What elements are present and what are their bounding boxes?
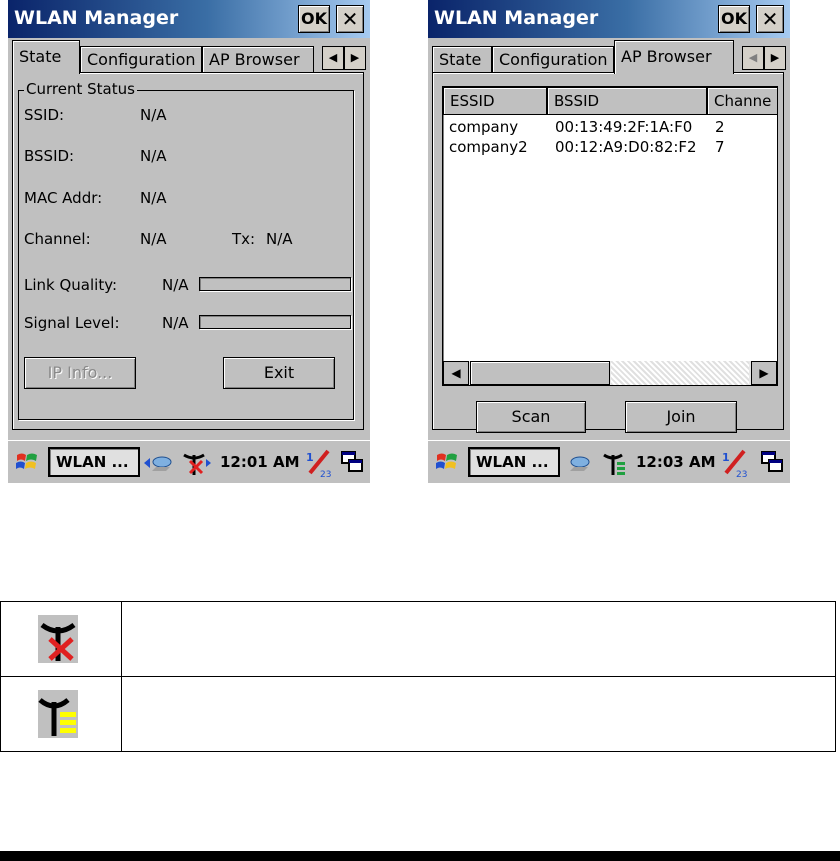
svg-text:1: 1: [306, 451, 314, 464]
ok-button[interactable]: OK: [298, 5, 330, 33]
tx-label: Tx:: [232, 230, 256, 248]
bssid-label: BSSID:: [24, 147, 75, 165]
row-bssid: 00:12:A9:D0:82:F2: [555, 138, 697, 156]
tab-scroll-left-button[interactable]: ◀: [742, 46, 764, 70]
taskbar: WLAN ... 12:03 AM 1 23: [428, 440, 790, 483]
start-flag-icon[interactable]: [14, 449, 40, 475]
channel-value: N/A: [140, 230, 167, 248]
link-quality-bar: [199, 277, 351, 291]
wlan-manager-state-screen: WLAN Manager OK ✕ State Configuration AP…: [8, 0, 370, 483]
switch-windows-icon[interactable]: [760, 450, 784, 474]
ip-info-button[interactable]: IP Info...: [24, 357, 136, 389]
tab-ap-browser[interactable]: AP Browser: [202, 46, 314, 74]
tab-strip: State Configuration AP Browser ◀ ▶: [428, 38, 790, 74]
link-quality-label: Link Quality:: [24, 276, 118, 294]
tab-state[interactable]: State: [12, 40, 80, 74]
wlan-manager-ap-browser-screen: WLAN Manager OK ✕ State Configuration AP…: [428, 0, 790, 483]
tab-configuration[interactable]: Configuration: [492, 46, 614, 74]
wlan-disconnected-icon: [38, 615, 78, 663]
horizontal-scrollbar[interactable]: ◀ ▶: [443, 361, 777, 385]
signal-level-bar: [199, 315, 351, 329]
taskbar-clock[interactable]: 12:03 AM: [636, 453, 716, 471]
scroll-track[interactable]: [611, 361, 749, 385]
ap-list[interactable]: ESSID BSSID Channe company 00:13:49:2F:1…: [442, 86, 778, 386]
scan-button[interactable]: Scan: [476, 401, 586, 433]
close-button[interactable]: ✕: [756, 5, 784, 33]
scroll-right-button[interactable]: ▶: [751, 361, 777, 385]
title-bar: WLAN Manager OK ✕: [8, 0, 370, 38]
switch-windows-icon[interactable]: [340, 450, 364, 474]
current-status-label: Current Status: [24, 80, 137, 98]
row-bssid: 00:13:49:2F:1A:F0: [555, 118, 693, 136]
exit-button[interactable]: Exit: [223, 357, 335, 389]
taskbar-wlan-button[interactable]: WLAN ...: [48, 447, 140, 477]
tab-scroll-right-button[interactable]: ▶: [764, 46, 786, 70]
svg-text:23: 23: [736, 470, 747, 479]
legend-description: [121, 676, 836, 752]
signal-level-value: N/A: [162, 314, 189, 332]
start-flag-icon[interactable]: [434, 449, 460, 475]
taskbar-wlan-button[interactable]: WLAN ...: [468, 447, 560, 477]
wlan-disconnected-icon[interactable]: [178, 449, 212, 477]
tx-value: N/A: [266, 230, 293, 248]
row-channel: 2: [715, 118, 725, 136]
column-header-channel[interactable]: Channe: [707, 87, 777, 115]
legend-row: [0, 676, 836, 752]
svg-text:23: 23: [320, 470, 331, 479]
title-bar: WLAN Manager OK ✕: [428, 0, 790, 38]
footer-rule: [0, 851, 840, 861]
ssid-value: N/A: [140, 106, 167, 124]
wlan-connected-icon: [38, 690, 78, 738]
link-quality-value: N/A: [162, 276, 189, 294]
taskbar: WLAN ... 12:01 AM 1 23: [8, 440, 370, 483]
row-essid: company2: [449, 138, 528, 156]
signal-level-label: Signal Level:: [24, 314, 120, 332]
legend-row: [0, 601, 836, 677]
close-button[interactable]: ✕: [336, 5, 364, 33]
window-title: WLAN Manager: [14, 7, 179, 29]
tab-scroll-arrows: ◀ ▶: [742, 46, 786, 70]
legend-description: [121, 601, 836, 677]
row-channel: 7: [715, 138, 725, 156]
ok-button[interactable]: OK: [718, 5, 750, 33]
join-button[interactable]: Join: [625, 401, 737, 433]
row-essid: company: [449, 118, 519, 136]
wlan-connected-icon[interactable]: [600, 449, 630, 477]
column-header-essid[interactable]: ESSID: [443, 87, 547, 115]
network-icon[interactable]: [566, 453, 598, 473]
taskbar-clock[interactable]: 12:01 AM: [220, 453, 300, 471]
channel-label: Channel:: [24, 230, 91, 248]
icon-legend-table: [0, 601, 836, 752]
tab-scroll-right-button[interactable]: ▶: [344, 46, 366, 70]
column-header-bssid[interactable]: BSSID: [547, 87, 707, 115]
mac-address-value: N/A: [140, 189, 167, 207]
tab-configuration[interactable]: Configuration: [80, 46, 202, 74]
ssid-label: SSID:: [24, 106, 65, 124]
tab-ap-browser[interactable]: AP Browser: [614, 40, 734, 74]
scroll-left-button[interactable]: ◀: [443, 361, 469, 385]
input-panel-icon[interactable]: 1 23: [720, 447, 750, 479]
window-title: WLAN Manager: [434, 7, 599, 29]
tab-scroll-left-button[interactable]: ◀: [322, 46, 344, 70]
scroll-thumb[interactable]: [470, 361, 610, 385]
tab-state[interactable]: State: [432, 46, 492, 74]
tab-strip: State Configuration AP Browser ◀ ▶: [8, 38, 370, 74]
mac-address-label: MAC Addr:: [24, 189, 103, 207]
input-panel-icon[interactable]: 1 23: [304, 447, 334, 479]
bssid-value: N/A: [140, 147, 167, 165]
svg-text:1: 1: [722, 451, 730, 464]
tab-scroll-arrows: ◀ ▶: [322, 46, 366, 70]
